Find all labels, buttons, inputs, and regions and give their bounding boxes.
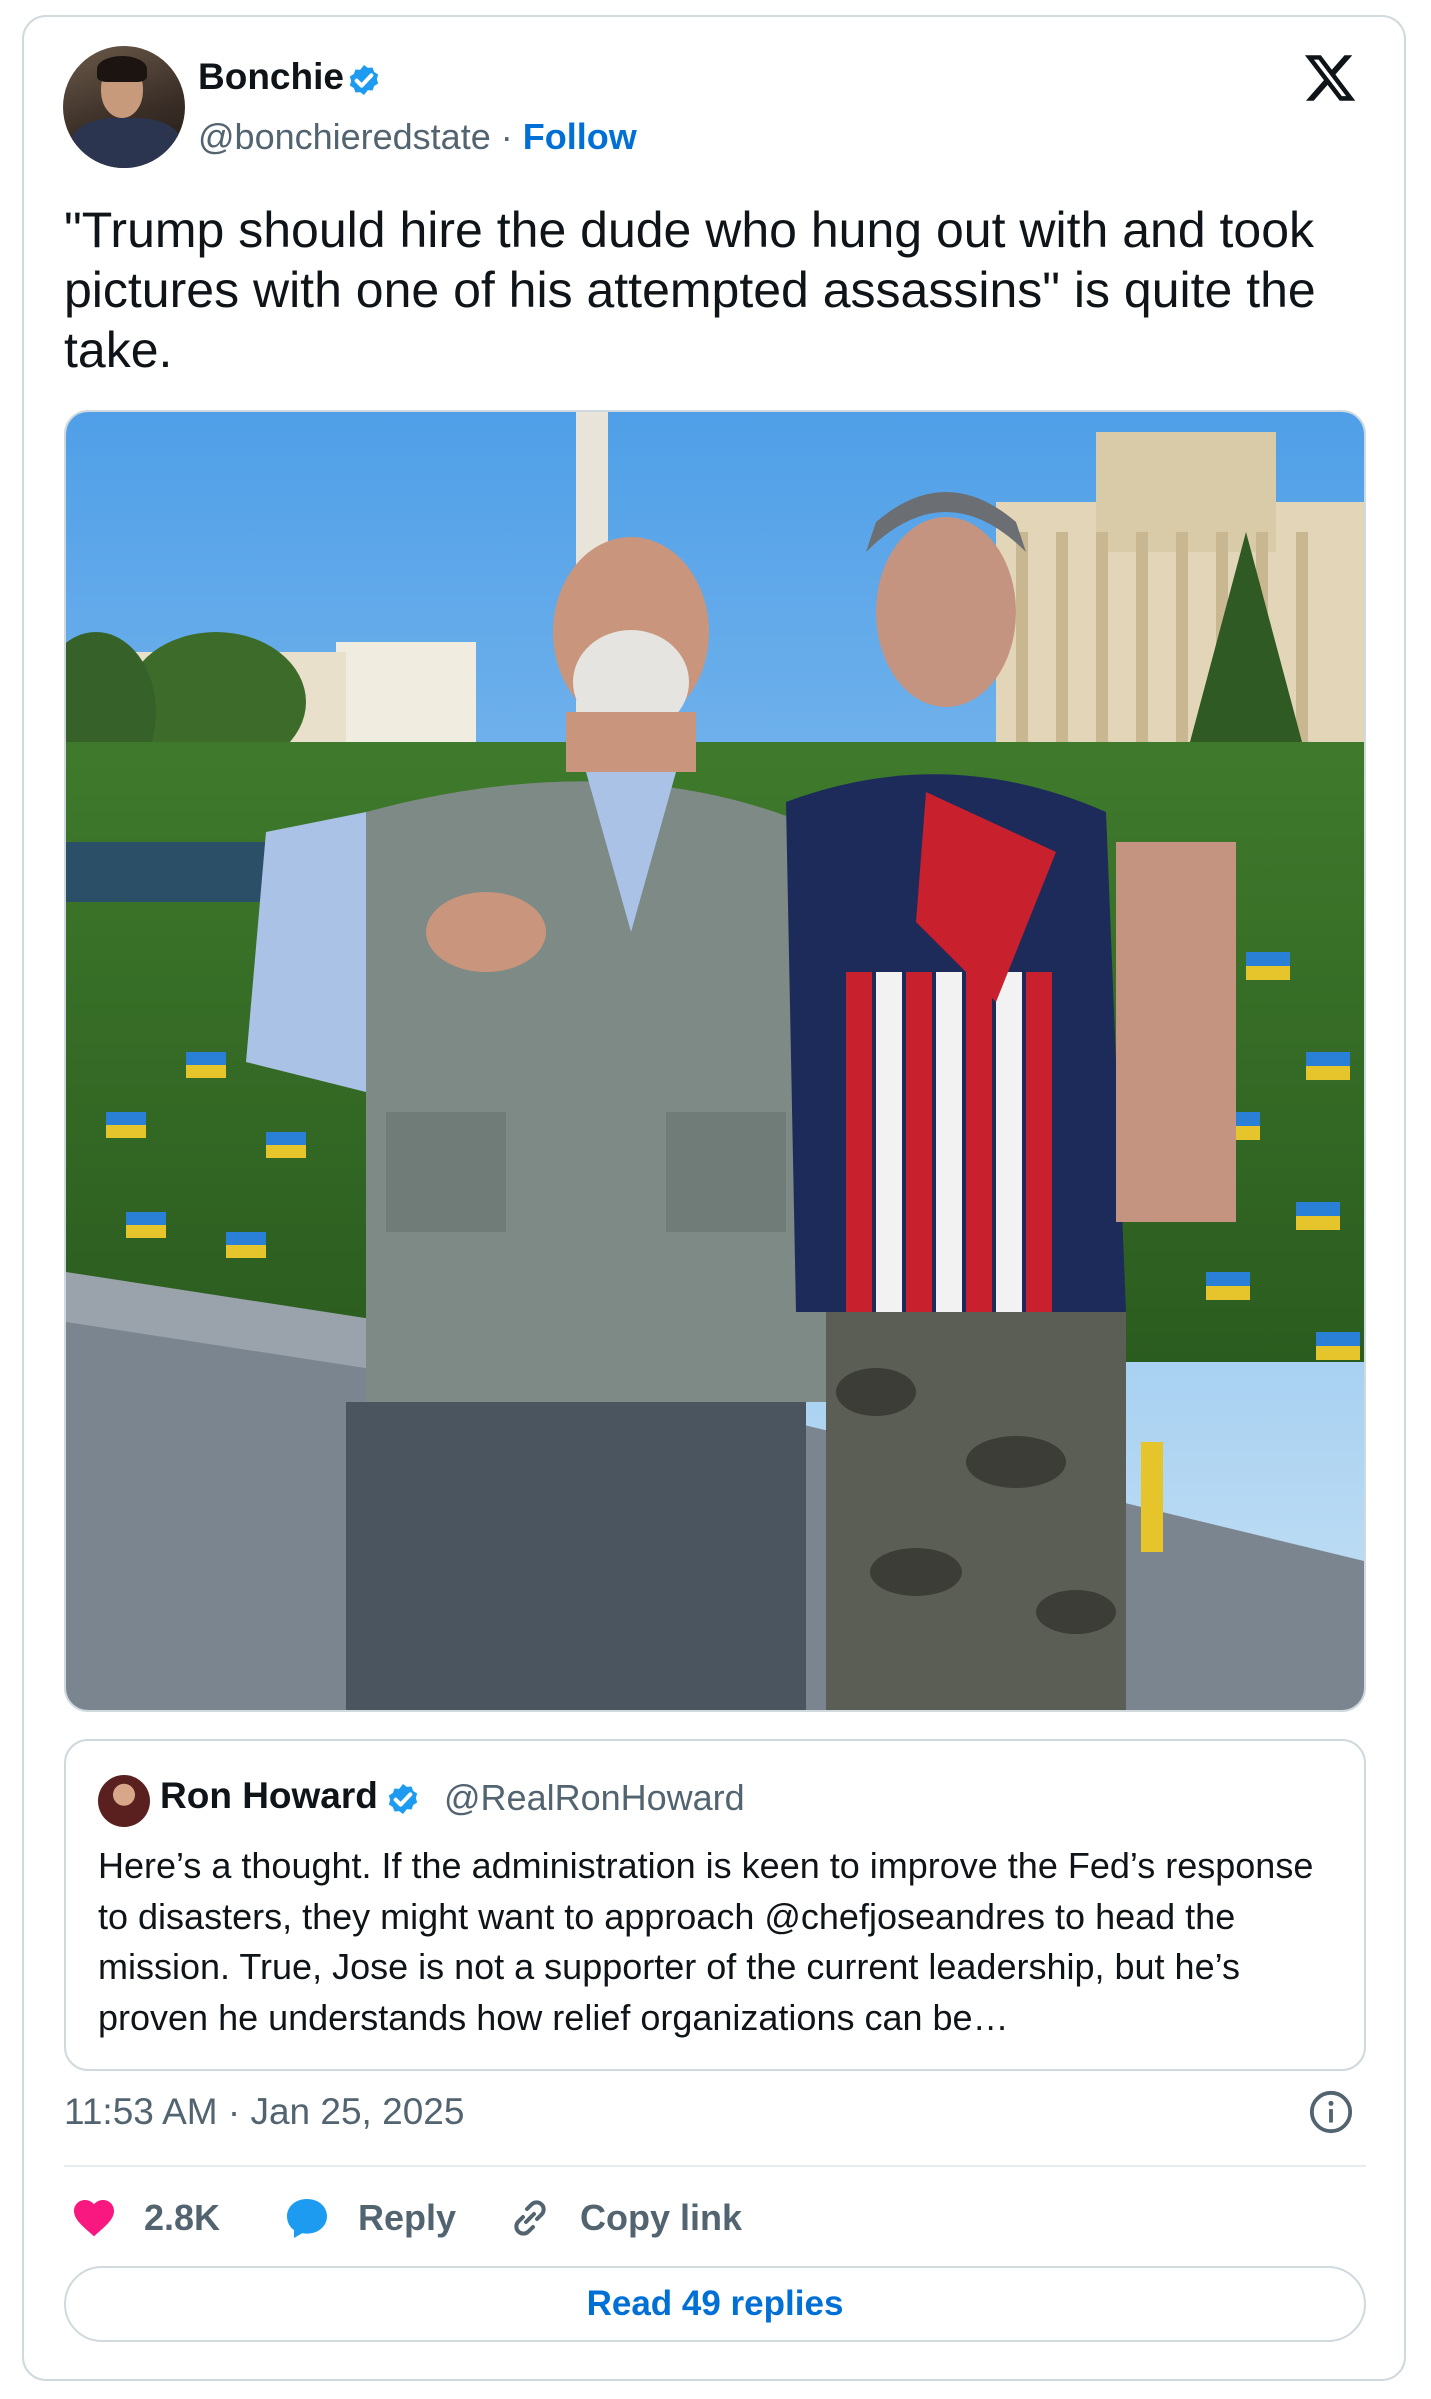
verified-badge-icon [388, 1784, 418, 1814]
quoted-author-handle[interactable]: @RealRonHoward [444, 1777, 745, 1819]
speech-bubble-icon [287, 2199, 327, 2238]
read-replies-button[interactable]: Read 49 replies [64, 2266, 1366, 2342]
quoted-author-avatar[interactable] [98, 1775, 150, 1827]
follow-button[interactable]: Follow [523, 116, 637, 157]
tweet-text: "Trump should hire the dude who hung out… [64, 202, 1316, 378]
quoted-tweet[interactable]: Ron Howard @RealRonHoward Here’s a thoug… [64, 1739, 1366, 2071]
tweet-photo[interactable] [64, 410, 1366, 1712]
verified-badge-icon [349, 65, 379, 95]
link-icon [514, 2200, 546, 2236]
like-button[interactable]: 2.8K [70, 2190, 220, 2246]
separator-dot: · [500, 116, 513, 157]
divider [64, 2165, 1366, 2167]
like-count: 2.8K [144, 2197, 221, 2238]
copy-link-label: Copy link [580, 2197, 743, 2238]
author-handle-line: @bonchieredstate · Follow [198, 116, 637, 158]
author-name[interactable]: Bonchie [198, 56, 344, 98]
heart-icon [74, 2200, 114, 2237]
quoted-tweet-text: Here’s a thought. If the administration … [98, 1845, 1314, 2038]
quoted-author-name[interactable]: Ron Howard [160, 1775, 378, 1817]
reply-button[interactable]: Reply [282, 2190, 456, 2246]
tweet-timestamp[interactable]: 11:53 AM · Jan 25, 2025 [64, 2091, 464, 2133]
x-logo-icon[interactable] [1302, 50, 1358, 106]
info-icon[interactable] [1308, 2089, 1354, 2135]
copy-link-button[interactable]: Copy link [506, 2190, 742, 2246]
author-avatar[interactable] [63, 46, 185, 168]
reply-label: Reply [358, 2197, 457, 2238]
photo-illustration [66, 412, 1364, 1710]
author-handle[interactable]: @bonchieredstate [198, 116, 491, 157]
